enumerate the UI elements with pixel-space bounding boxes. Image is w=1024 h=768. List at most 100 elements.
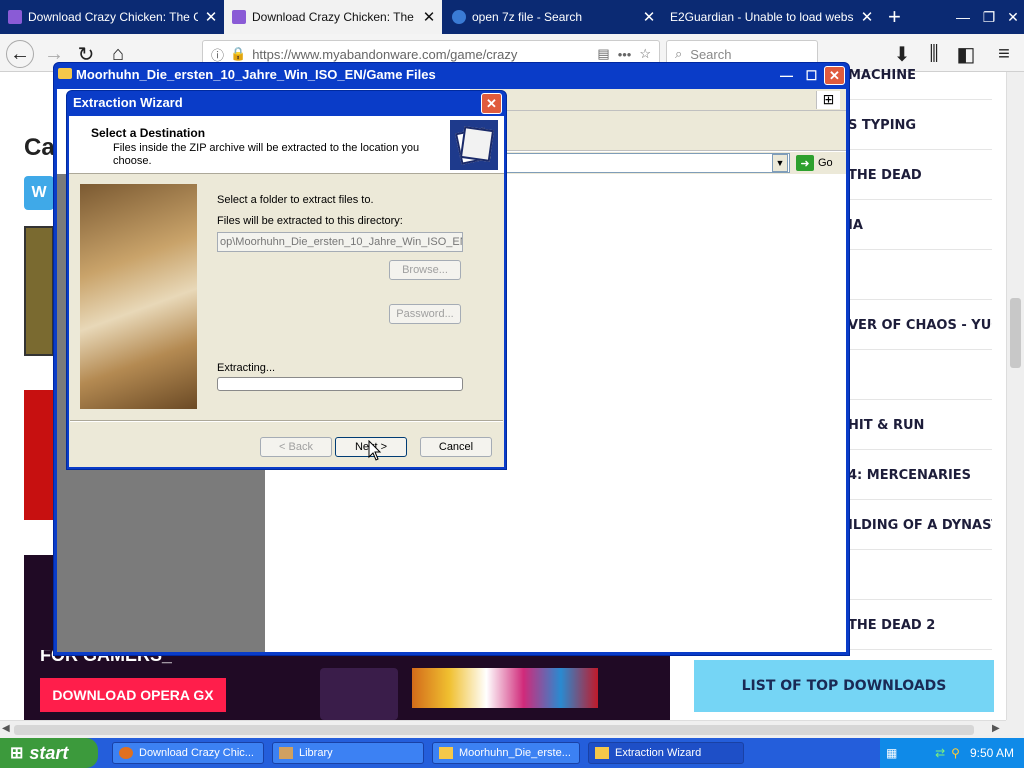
close-tab-icon[interactable]: ✕ (416, 8, 442, 26)
tab-e2guardian[interactable]: E2Guardian - Unable to load website ✕ (662, 0, 880, 34)
site-favicon-icon (232, 10, 246, 24)
game-list-item[interactable]: 4: MERCENARIES (848, 452, 992, 500)
download-opera-button[interactable]: DOWNLOAD OPERA GX (40, 678, 226, 712)
browse-button[interactable]: Browse... (389, 260, 461, 280)
game-list-item[interactable] (848, 252, 992, 300)
taskbar-item-label: Download Crazy Chic... (139, 747, 254, 759)
folder-icon (439, 747, 453, 759)
wizard-header-title: Select a Destination (91, 126, 206, 140)
wizard-header-description: Files inside the ZIP archive will be ext… (113, 142, 420, 167)
windows-logo-icon: ⊞ (816, 91, 840, 109)
game-list-item[interactable]: HIT & RUN (848, 402, 992, 450)
scrollbar-thumb[interactable] (1010, 298, 1021, 368)
close-icon[interactable]: ✕ (481, 93, 502, 114)
taskbar-item-label: Extraction Wizard (615, 747, 702, 759)
explorer-toolbar (470, 111, 846, 151)
game-thumbnail[interactable] (24, 226, 54, 356)
tab-title: Download Crazy Chicken: The Or (252, 10, 416, 24)
ad-banner-top (24, 555, 54, 655)
directory-label: Files will be extracted to this director… (217, 215, 403, 227)
close-tab-icon[interactable]: ✕ (854, 8, 880, 26)
scrollbar-thumb[interactable] (14, 725, 974, 735)
reader-view-icon[interactable]: ▤ (597, 46, 609, 62)
explorer-address-field[interactable] (470, 153, 790, 173)
extraction-status-label: Extracting... (217, 362, 276, 374)
extraction-progress-bar (217, 377, 463, 391)
maximize-icon[interactable]: ☐ (801, 66, 822, 85)
game-list-item[interactable] (848, 352, 992, 400)
wizard-title: Extraction Wizard (73, 95, 183, 110)
taskbar-item[interactable]: Moorhuhn_Die_erste... (432, 742, 580, 764)
minimize-icon[interactable]: — (950, 0, 976, 34)
destination-path-field[interactable]: op\Moorhuhn_Die_ersten_10_Jahre_Win_ISO_… (217, 232, 463, 252)
firefox-icon (119, 747, 133, 759)
go-arrow-icon: ➜ (796, 155, 814, 171)
taskbar-item[interactable]: Library (272, 742, 424, 764)
clock: 9:50 AM (969, 746, 1014, 760)
search-favicon-icon (452, 10, 466, 24)
horizontal-scrollbar[interactable]: ◀ ▶ (0, 720, 1024, 738)
game-list-item[interactable] (848, 552, 992, 600)
password-button[interactable]: Password... (389, 304, 461, 324)
system-tray: ▦ ⇄ ⚲ 9:50 AM (880, 738, 1024, 768)
url-text: https://www.myabandonware.com/game/crazy (252, 46, 518, 62)
page-actions-icon[interactable]: ••• (618, 47, 632, 62)
scroll-left-icon[interactable]: ◀ (2, 723, 10, 734)
library-icon (279, 747, 293, 759)
page-button[interactable]: W (24, 176, 54, 210)
search-icon: ⌕ (675, 46, 683, 61)
keyboard-icon[interactable]: ▦ (886, 746, 897, 760)
tab-title: open 7z file - Search (472, 10, 583, 24)
address-dropdown-icon[interactable]: ▼ (772, 154, 788, 172)
game-list-item[interactable]: VER OF CHAOS - YUGI (848, 302, 992, 350)
tab-title: E2Guardian - Unable to load website (670, 10, 854, 24)
start-button[interactable]: ⊞ start (0, 738, 98, 768)
ad-game-covers (412, 668, 598, 708)
close-icon[interactable]: ✕ (824, 66, 845, 85)
lock-icon: 🔒 (230, 46, 247, 61)
cancel-button[interactable]: Cancel (420, 437, 492, 457)
scrollbar-corner (1006, 720, 1024, 738)
vertical-scrollbar[interactable] (1006, 72, 1024, 720)
go-button[interactable]: ➜ Go (796, 154, 844, 172)
game-list-item[interactable]: MACHINE (848, 52, 992, 100)
close-window-icon[interactable]: ✕ (1000, 0, 1024, 34)
taskbar-item[interactable]: Extraction Wizard (588, 742, 744, 764)
game-list-item[interactable]: IA (848, 202, 992, 250)
explorer-menu-bar (470, 89, 846, 111)
network-icon[interactable]: ⇄ (935, 746, 945, 760)
game-list-item[interactable]: THE DEAD (848, 152, 992, 200)
game-list-item[interactable]: S TYPING (848, 102, 992, 150)
site-favicon-icon (8, 10, 22, 24)
scroll-right-icon[interactable]: ▶ (992, 723, 1000, 734)
search-tray-icon[interactable]: ⚲ (951, 746, 960, 760)
wizard-separator (70, 420, 503, 422)
page-heading: Ca (24, 134, 55, 161)
wizard-side-image (80, 184, 197, 409)
destination-path-value: op\Moorhuhn_Die_ersten_10_Jahre_Win_ISO_… (220, 236, 463, 248)
minimize-icon[interactable]: — (776, 66, 797, 85)
tab-download-crazy-chicken-1[interactable]: Download Crazy Chicken: The Gr ✕ (0, 0, 224, 34)
restore-icon[interactable]: ❐ (976, 0, 1002, 34)
game-list-item[interactable]: ILDING OF A DYNASTY (848, 502, 992, 550)
bookmark-star-icon[interactable]: ☆ (639, 46, 651, 62)
close-tab-icon[interactable]: ✕ (198, 8, 224, 26)
top-downloads-link[interactable]: LIST OF TOP DOWNLOADS (694, 660, 994, 712)
windows-logo-icon: ⊞ (10, 745, 24, 762)
menu-icon[interactable]: ≡ (990, 40, 1018, 68)
game-list-item[interactable]: THE DEAD 2 (848, 602, 992, 650)
game-thumbnail[interactable] (24, 390, 54, 520)
taskbar-item[interactable]: Download Crazy Chic... (112, 742, 264, 764)
taskbar-item-label: Moorhuhn_Die_erste... (459, 747, 571, 759)
tab-search[interactable]: open 7z file - Search ✕ (444, 0, 662, 34)
new-tab-icon[interactable]: + (888, 4, 901, 30)
explorer-title: Moorhuhn_Die_ersten_10_Jahre_Win_ISO_EN/… (76, 67, 436, 82)
start-label: start (29, 742, 69, 763)
info-icon: ⓘ (211, 47, 225, 63)
back-button[interactable]: < Back (260, 437, 332, 457)
mouse-cursor-icon (368, 440, 382, 461)
tab-download-crazy-chicken-2[interactable]: Download Crazy Chicken: The Or ✕ (224, 0, 442, 34)
back-icon[interactable]: ← (6, 40, 34, 68)
close-tab-icon[interactable]: ✕ (636, 8, 662, 26)
zip-folder-icon (450, 120, 498, 170)
